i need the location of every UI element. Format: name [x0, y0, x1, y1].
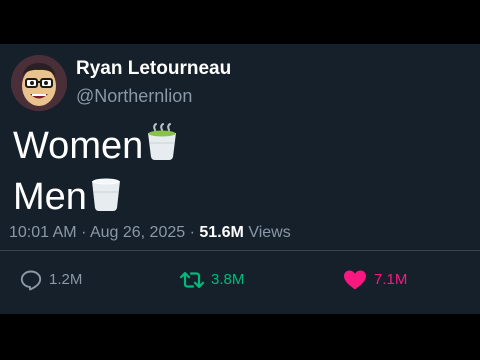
tweet-date[interactable]: Aug 26, 2025 — [90, 224, 185, 241]
tweet-text-line-1: Women — [13, 121, 179, 171]
tweet-time[interactable]: 10:01 AM — [9, 224, 77, 241]
meta-separator: · — [189, 224, 195, 241]
like-count: 7.1M — [374, 271, 408, 288]
letterbox-bottom — [0, 314, 480, 360]
heart-icon — [344, 270, 366, 290]
repost-icon — [179, 271, 205, 289]
like-button[interactable]: 7.1M — [342, 268, 407, 292]
avatar[interactable] — [11, 55, 67, 111]
letterbox-top — [0, 0, 480, 44]
tweet-text-men: Men — [13, 176, 87, 218]
tweet-card: Ryan Letourneau @Northernlion Women Men — [0, 44, 480, 314]
reply-count: 1.2M — [49, 271, 83, 288]
milk-cup-icon — [89, 172, 123, 222]
reply-icon — [20, 270, 42, 291]
views-count: 51.6M — [199, 224, 244, 241]
meta-separator: · — [81, 224, 87, 241]
views-label: Views — [248, 224, 291, 241]
tweet-meta: 10:01 AM · Aug 26, 2025 · 51.6M Views — [9, 223, 291, 243]
display-name[interactable]: Ryan Letourneau — [76, 58, 231, 80]
reply-button[interactable]: 1.2M — [19, 268, 82, 292]
user-handle[interactable]: @Northernlion — [76, 85, 192, 107]
repost-count: 3.8M — [211, 271, 245, 288]
tweet-text-line-2: Men — [13, 172, 123, 222]
divider — [0, 250, 480, 251]
tweet-text-women: Women — [13, 125, 144, 167]
repost-button[interactable]: 3.8M — [179, 268, 244, 292]
matcha-cup-icon — [145, 121, 179, 171]
